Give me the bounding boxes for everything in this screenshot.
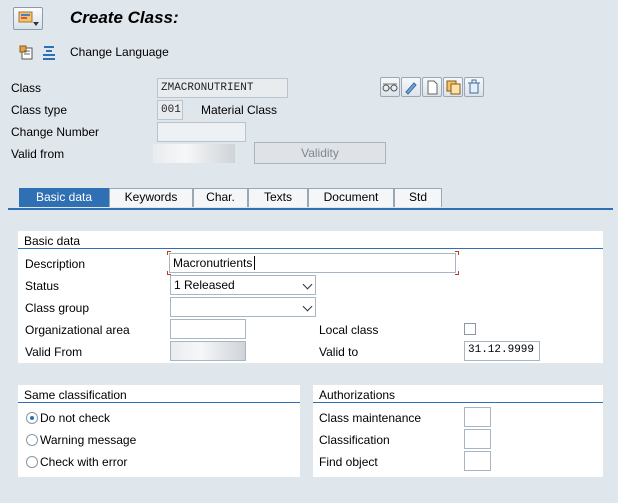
- tab-document[interactable]: Document: [308, 188, 394, 207]
- class-type-text: Material Class: [201, 103, 278, 117]
- class-type-field[interactable]: 001: [157, 100, 183, 120]
- tab-strip: Basic data Keywords Char. Texts Document…: [8, 188, 613, 210]
- chevron-down-icon: [33, 22, 39, 26]
- copy-button[interactable]: [443, 77, 463, 97]
- class-group-select[interactable]: [170, 297, 316, 317]
- focus-corner-tr: [455, 251, 459, 255]
- focus-corner-tl: [167, 251, 171, 255]
- edit-button[interactable]: [401, 77, 421, 97]
- radio-do-not-check-label: Do not check: [40, 411, 111, 425]
- change-language-button[interactable]: Change Language: [70, 45, 169, 59]
- description-label: Description: [25, 257, 86, 271]
- menu-button[interactable]: [13, 7, 43, 30]
- class-type-label: Class type: [11, 103, 68, 117]
- class-maintenance-input[interactable]: [464, 407, 491, 427]
- tab-underline: [8, 208, 613, 210]
- status-label: Status: [25, 279, 60, 293]
- find-object-label: Find object: [319, 455, 378, 469]
- valid-from-label: Valid from: [11, 147, 65, 161]
- find-object-input[interactable]: [464, 451, 491, 471]
- glasses-icon: [382, 83, 398, 92]
- delete-button[interactable]: [464, 77, 484, 97]
- class-field[interactable]: ZMACRONUTRIENT: [157, 78, 288, 98]
- trash-icon: [468, 79, 480, 94]
- radio-check-with-error-label: Check with error: [40, 455, 128, 469]
- new-entries-icon[interactable]: [18, 43, 36, 61]
- copy-icon: [446, 80, 461, 95]
- valid-from-field[interactable]: [153, 144, 235, 163]
- same-classification-divider: [18, 402, 300, 403]
- classification-label: Classification: [319, 433, 390, 447]
- change-language-icon[interactable]: [40, 43, 58, 61]
- tab-basic-data[interactable]: Basic data: [19, 188, 109, 207]
- org-area-label: Organizational area: [25, 323, 130, 337]
- class-maintenance-label: Class maintenance: [319, 411, 422, 425]
- radio-warning-message[interactable]: [26, 434, 38, 446]
- class-group-label: Class group: [25, 301, 90, 315]
- text-cursor: [254, 256, 256, 270]
- valid-to-input[interactable]: 31.12.9999: [464, 341, 540, 361]
- sap-menu-icon: [18, 11, 33, 23]
- local-class-label: Local class: [319, 323, 379, 337]
- tab-texts[interactable]: Texts: [248, 188, 308, 207]
- page-title: Create Class:: [70, 8, 179, 27]
- radio-do-not-check[interactable]: [26, 412, 38, 424]
- tab-char[interactable]: Char.: [193, 188, 248, 207]
- description-value: Macronutrients: [173, 256, 253, 270]
- tab-std[interactable]: Std: [394, 188, 442, 207]
- chevron-down-icon: [302, 301, 313, 312]
- valid-from-input[interactable]: [170, 341, 246, 361]
- change-number-field[interactable]: [157, 122, 246, 142]
- focus-corner-br: [455, 271, 459, 275]
- radio-check-with-error[interactable]: [26, 456, 38, 468]
- document-icon: [427, 80, 438, 95]
- chevron-down-icon: [302, 279, 313, 290]
- basic-data-divider: [18, 248, 603, 249]
- pencil-icon: [405, 82, 417, 95]
- classification-input[interactable]: [464, 429, 491, 449]
- validity-button[interactable]: Validity: [254, 142, 386, 164]
- tab-keywords[interactable]: Keywords: [109, 188, 193, 207]
- status-value: 1 Released: [174, 278, 235, 292]
- valid-to-label: Valid to: [319, 345, 359, 359]
- create-button[interactable]: [422, 77, 442, 97]
- org-area-input[interactable]: [170, 319, 246, 339]
- radio-warning-message-label: Warning message: [40, 433, 137, 447]
- other-object-button[interactable]: [380, 77, 400, 97]
- local-class-checkbox[interactable]: [464, 323, 476, 335]
- status-select[interactable]: 1 Released: [170, 275, 316, 295]
- description-input[interactable]: Macronutrients: [169, 253, 456, 273]
- authorizations-divider: [313, 402, 603, 403]
- valid-from-basic-label: Valid From: [25, 345, 83, 359]
- class-label: Class: [11, 81, 42, 95]
- change-number-label: Change Number: [11, 125, 100, 139]
